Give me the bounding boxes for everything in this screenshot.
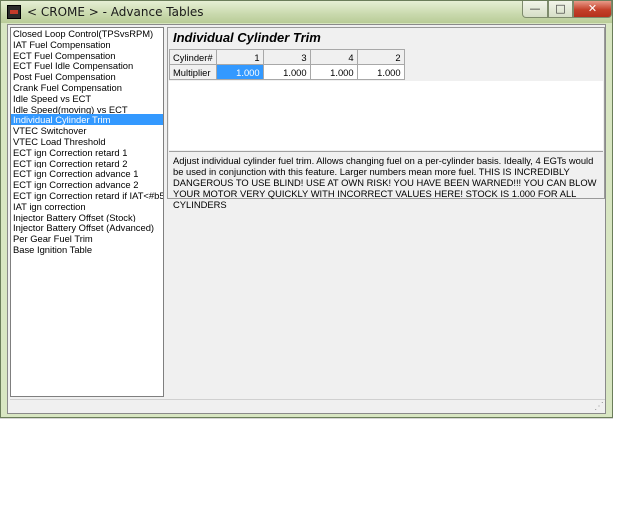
list-item[interactable]: ECT ign Correction advance 2 (11, 179, 163, 190)
client-area: Closed Loop Control(TPSvsRPM) IAT Fuel C… (7, 24, 606, 414)
cylinder-number: 1 (215, 49, 264, 65)
page-title: Individual Cylinder Trim (173, 30, 321, 45)
multiplier-row: Multiplier 1.000 1.000 1.000 1.000 (169, 64, 405, 80)
list-item[interactable]: Post Fuel Compensation (11, 71, 163, 82)
list-item[interactable]: ECT ign Correction retard 2 (11, 158, 163, 169)
list-item[interactable]: Per Gear Fuel Trim (11, 233, 163, 244)
list-item[interactable]: Individual Cylinder Trim (11, 114, 163, 126)
list-item[interactable]: Idle Speed vs ECT (11, 93, 163, 104)
maximize-button[interactable]: □ (548, 1, 573, 18)
cylinder-header-row: Cylinder# 1 3 4 2 (169, 49, 405, 65)
title-bar[interactable]: < CROME > - Advance Tables — □ ✕ (1, 1, 612, 23)
list-item[interactable]: ECT ign Correction advance 1 (11, 168, 163, 179)
resize-grip-icon[interactable]: ⋰ (593, 401, 605, 413)
cylinder-number: 2 (356, 49, 405, 65)
multiplier-cell[interactable]: 1.000 (309, 64, 358, 80)
list-item[interactable]: Closed Loop Control(TPSvsRPM) (11, 28, 163, 39)
list-item[interactable]: Idle Speed(moving) vs ECT (11, 104, 163, 115)
row-header-cylinder: Cylinder# (169, 49, 217, 65)
app-window: < CROME > - Advance Tables — □ ✕ Closed … (0, 0, 613, 418)
row-header-multiplier: Multiplier (169, 64, 217, 80)
list-item[interactable]: Crank Fuel Compensation (11, 82, 163, 93)
horizontal-scrollbar[interactable]: ⋰ (10, 399, 605, 413)
multiplier-cell[interactable]: 1.000 (215, 64, 264, 80)
list-item[interactable]: IAT ign correction (11, 201, 163, 212)
close-button[interactable]: ✕ (573, 1, 612, 18)
table-description: Adjust individual cylinder fuel trim. Al… (169, 151, 603, 210)
divider (0, 418, 613, 419)
multiplier-cell[interactable]: 1.000 (262, 64, 311, 80)
multiplier-cell[interactable]: 1.000 (356, 64, 405, 80)
list-item[interactable]: ECT Fuel Compensation (11, 50, 163, 61)
minimize-button[interactable]: — (522, 1, 548, 18)
window-title: < CROME > - Advance Tables (27, 5, 204, 19)
table-list[interactable]: Closed Loop Control(TPSvsRPM) IAT Fuel C… (10, 27, 164, 397)
list-item[interactable]: ECT Fuel Idle Compensation (11, 60, 163, 71)
list-item[interactable]: Injector Battery Offset (Advanced) (11, 222, 163, 233)
grid-empty-area (169, 81, 603, 150)
list-item[interactable]: Base Ignition Table (11, 244, 163, 255)
list-item[interactable]: ECT ign Correction retard 1 (11, 147, 163, 158)
list-item[interactable]: ECT ign Correction retard if IAT<#b5h (11, 190, 163, 201)
app-icon[interactable] (7, 5, 21, 19)
list-item[interactable]: Injector Battery Offset (Stock) (11, 212, 163, 223)
list-item[interactable]: IAT Fuel Compensation (11, 39, 163, 50)
cylinder-number: 3 (262, 49, 311, 65)
cylinder-number: 4 (309, 49, 358, 65)
list-item[interactable]: VTEC Switchover (11, 125, 163, 136)
table-editor: Individual Cylinder Trim Cylinder# 1 3 4… (167, 27, 605, 210)
list-item[interactable]: VTEC Load Threshold (11, 136, 163, 147)
cylinder-trim-grid[interactable]: Cylinder# 1 3 4 2 Multiplier 1.000 1.000… (169, 49, 405, 80)
